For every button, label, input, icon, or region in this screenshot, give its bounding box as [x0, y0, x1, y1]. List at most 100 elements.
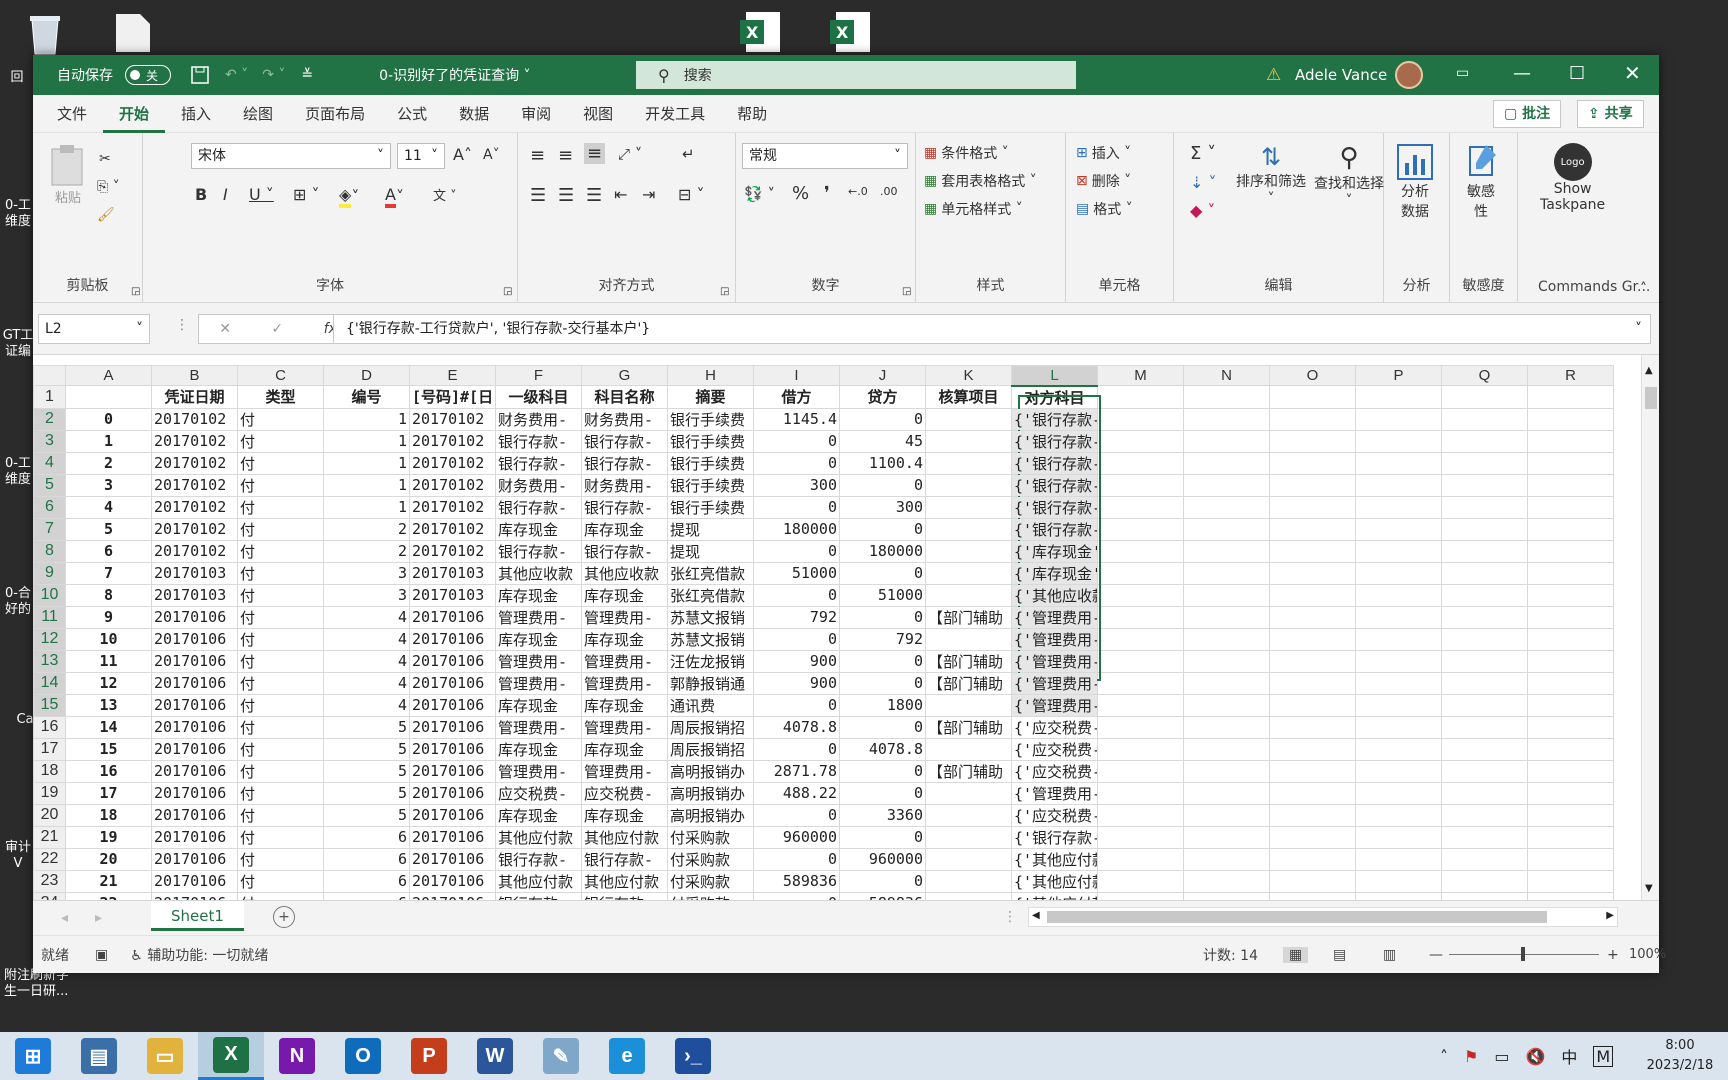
- cell[interactable]: 960000: [839, 847, 926, 871]
- taskbar-excel-button[interactable]: X: [198, 1032, 264, 1080]
- horizontal-scrollbar[interactable]: ◀ ▶: [1028, 907, 1618, 927]
- cell[interactable]: [1355, 429, 1442, 453]
- cell[interactable]: 20170102: [151, 407, 238, 431]
- increase-font-icon[interactable]: A˄: [453, 145, 472, 164]
- tab-help[interactable]: 帮助: [721, 95, 783, 133]
- cell[interactable]: 4078.8: [839, 737, 926, 761]
- cell[interactable]: 4078.8: [753, 715, 840, 739]
- cell[interactable]: [925, 495, 1012, 519]
- cell[interactable]: [1527, 693, 1614, 717]
- format-as-table-button[interactable]: ▦ 套用表格格式 ˅: [924, 171, 1037, 191]
- tab-home[interactable]: 开始: [103, 95, 166, 133]
- cell[interactable]: [925, 583, 1012, 607]
- cell[interactable]: [1441, 605, 1528, 629]
- cell[interactable]: [1441, 429, 1528, 453]
- header-cell[interactable]: [1097, 385, 1184, 409]
- cell[interactable]: 0: [839, 649, 926, 673]
- cell[interactable]: [1527, 473, 1614, 497]
- cell[interactable]: [1527, 605, 1614, 629]
- cell[interactable]: 14: [65, 715, 152, 739]
- cell[interactable]: 银行手续费: [667, 473, 754, 497]
- cell[interactable]: 4: [323, 605, 410, 629]
- cell[interactable]: [1097, 539, 1184, 563]
- cell[interactable]: 20170106: [409, 869, 496, 893]
- cell[interactable]: 20170102: [151, 517, 238, 541]
- cell[interactable]: 库存现金: [495, 517, 582, 541]
- cell[interactable]: 11: [65, 649, 152, 673]
- cell[interactable]: 【部门辅助: [925, 671, 1012, 695]
- cell[interactable]: [1097, 627, 1184, 651]
- header-cell[interactable]: 科目名称: [581, 385, 668, 409]
- row-header[interactable]: 22: [33, 847, 66, 871]
- cell[interactable]: [1183, 649, 1270, 673]
- conditional-format-button[interactable]: ▦ 条件格式 ˅: [924, 143, 1009, 163]
- fill-icon[interactable]: ⇣ ˅: [1190, 173, 1217, 192]
- format-painter-icon[interactable]: 🖌: [97, 207, 115, 223]
- cell[interactable]: 6: [323, 869, 410, 893]
- cell[interactable]: 0: [839, 825, 926, 849]
- cell[interactable]: [1183, 715, 1270, 739]
- cell[interactable]: 银行存款-: [581, 495, 668, 519]
- next-sheet-icon[interactable]: ▸: [95, 910, 102, 926]
- cell[interactable]: 管理费用-: [495, 671, 582, 695]
- share-button[interactable]: ⇪ 共享: [1577, 100, 1644, 128]
- cell[interactable]: [1269, 517, 1356, 541]
- cell[interactable]: [1441, 583, 1528, 607]
- cell[interactable]: 1: [323, 473, 410, 497]
- cell[interactable]: [1183, 737, 1270, 761]
- cell[interactable]: [1441, 693, 1528, 717]
- cell[interactable]: 12: [65, 671, 152, 695]
- vertical-scrollbar[interactable]: ▲ ▼: [1641, 355, 1659, 900]
- count-status[interactable]: 计数: 14: [1203, 945, 1258, 965]
- search-box[interactable]: ⚲ 搜索: [636, 61, 1076, 89]
- cell[interactable]: 20170106: [151, 737, 238, 761]
- cell[interactable]: 银行手续费: [667, 429, 754, 453]
- cell[interactable]: 提现: [667, 539, 754, 563]
- cell[interactable]: 库存现金: [581, 627, 668, 651]
- cell[interactable]: 0: [839, 605, 926, 629]
- header-cell[interactable]: 类型: [237, 385, 324, 409]
- cell[interactable]: 0: [753, 495, 840, 519]
- row-header[interactable]: 15: [33, 693, 66, 717]
- cell[interactable]: [925, 737, 1012, 761]
- macro-record-icon[interactable]: ▣: [95, 947, 108, 963]
- cell[interactable]: 589836: [839, 891, 926, 900]
- cell[interactable]: [1269, 803, 1356, 827]
- cell[interactable]: 银行存款-: [495, 539, 582, 563]
- cell[interactable]: [1355, 803, 1442, 827]
- cell[interactable]: 其他应收款: [495, 561, 582, 585]
- cell[interactable]: 0: [839, 517, 926, 541]
- cell[interactable]: 900: [753, 649, 840, 673]
- cell[interactable]: [1183, 825, 1270, 849]
- header-cell[interactable]: 编号: [323, 385, 410, 409]
- cell[interactable]: 其他应付款: [581, 825, 668, 849]
- header-cell[interactable]: 核算项目: [925, 385, 1012, 409]
- cell[interactable]: 0: [753, 737, 840, 761]
- cell[interactable]: [1441, 451, 1528, 475]
- column-header[interactable]: M: [1097, 365, 1184, 386]
- more-options-icon[interactable]: ⋮: [175, 317, 189, 333]
- cell[interactable]: 21: [65, 869, 152, 893]
- cell[interactable]: 付: [237, 517, 324, 541]
- cell[interactable]: [1269, 781, 1356, 805]
- cell[interactable]: [1527, 561, 1614, 585]
- align-middle-icon[interactable]: ≡: [558, 145, 573, 166]
- row-header[interactable]: 14: [33, 671, 66, 695]
- cell[interactable]: 0: [753, 627, 840, 651]
- cell[interactable]: 银行存款-: [495, 451, 582, 475]
- page-break-view-icon[interactable]: ▥: [1383, 947, 1396, 963]
- cell[interactable]: [1183, 671, 1270, 695]
- cell[interactable]: [1097, 671, 1184, 695]
- cell[interactable]: 财务费用-: [495, 407, 582, 431]
- cell[interactable]: 付: [237, 891, 324, 900]
- cell[interactable]: 银行手续费: [667, 451, 754, 475]
- increase-decimal-icon[interactable]: ←.0: [848, 185, 868, 198]
- cell[interactable]: 高明报销办: [667, 759, 754, 783]
- cell[interactable]: [1269, 869, 1356, 893]
- cell[interactable]: [1269, 407, 1356, 431]
- cell[interactable]: 20170102: [409, 429, 496, 453]
- cell[interactable]: 2: [65, 451, 152, 475]
- cell[interactable]: {'应交税费-应交增值税-进项税额', '管理费用-办公费', '库存现金'}: [1011, 715, 1098, 739]
- cell[interactable]: 银行存款-: [495, 891, 582, 900]
- cell[interactable]: 20170103: [151, 561, 238, 585]
